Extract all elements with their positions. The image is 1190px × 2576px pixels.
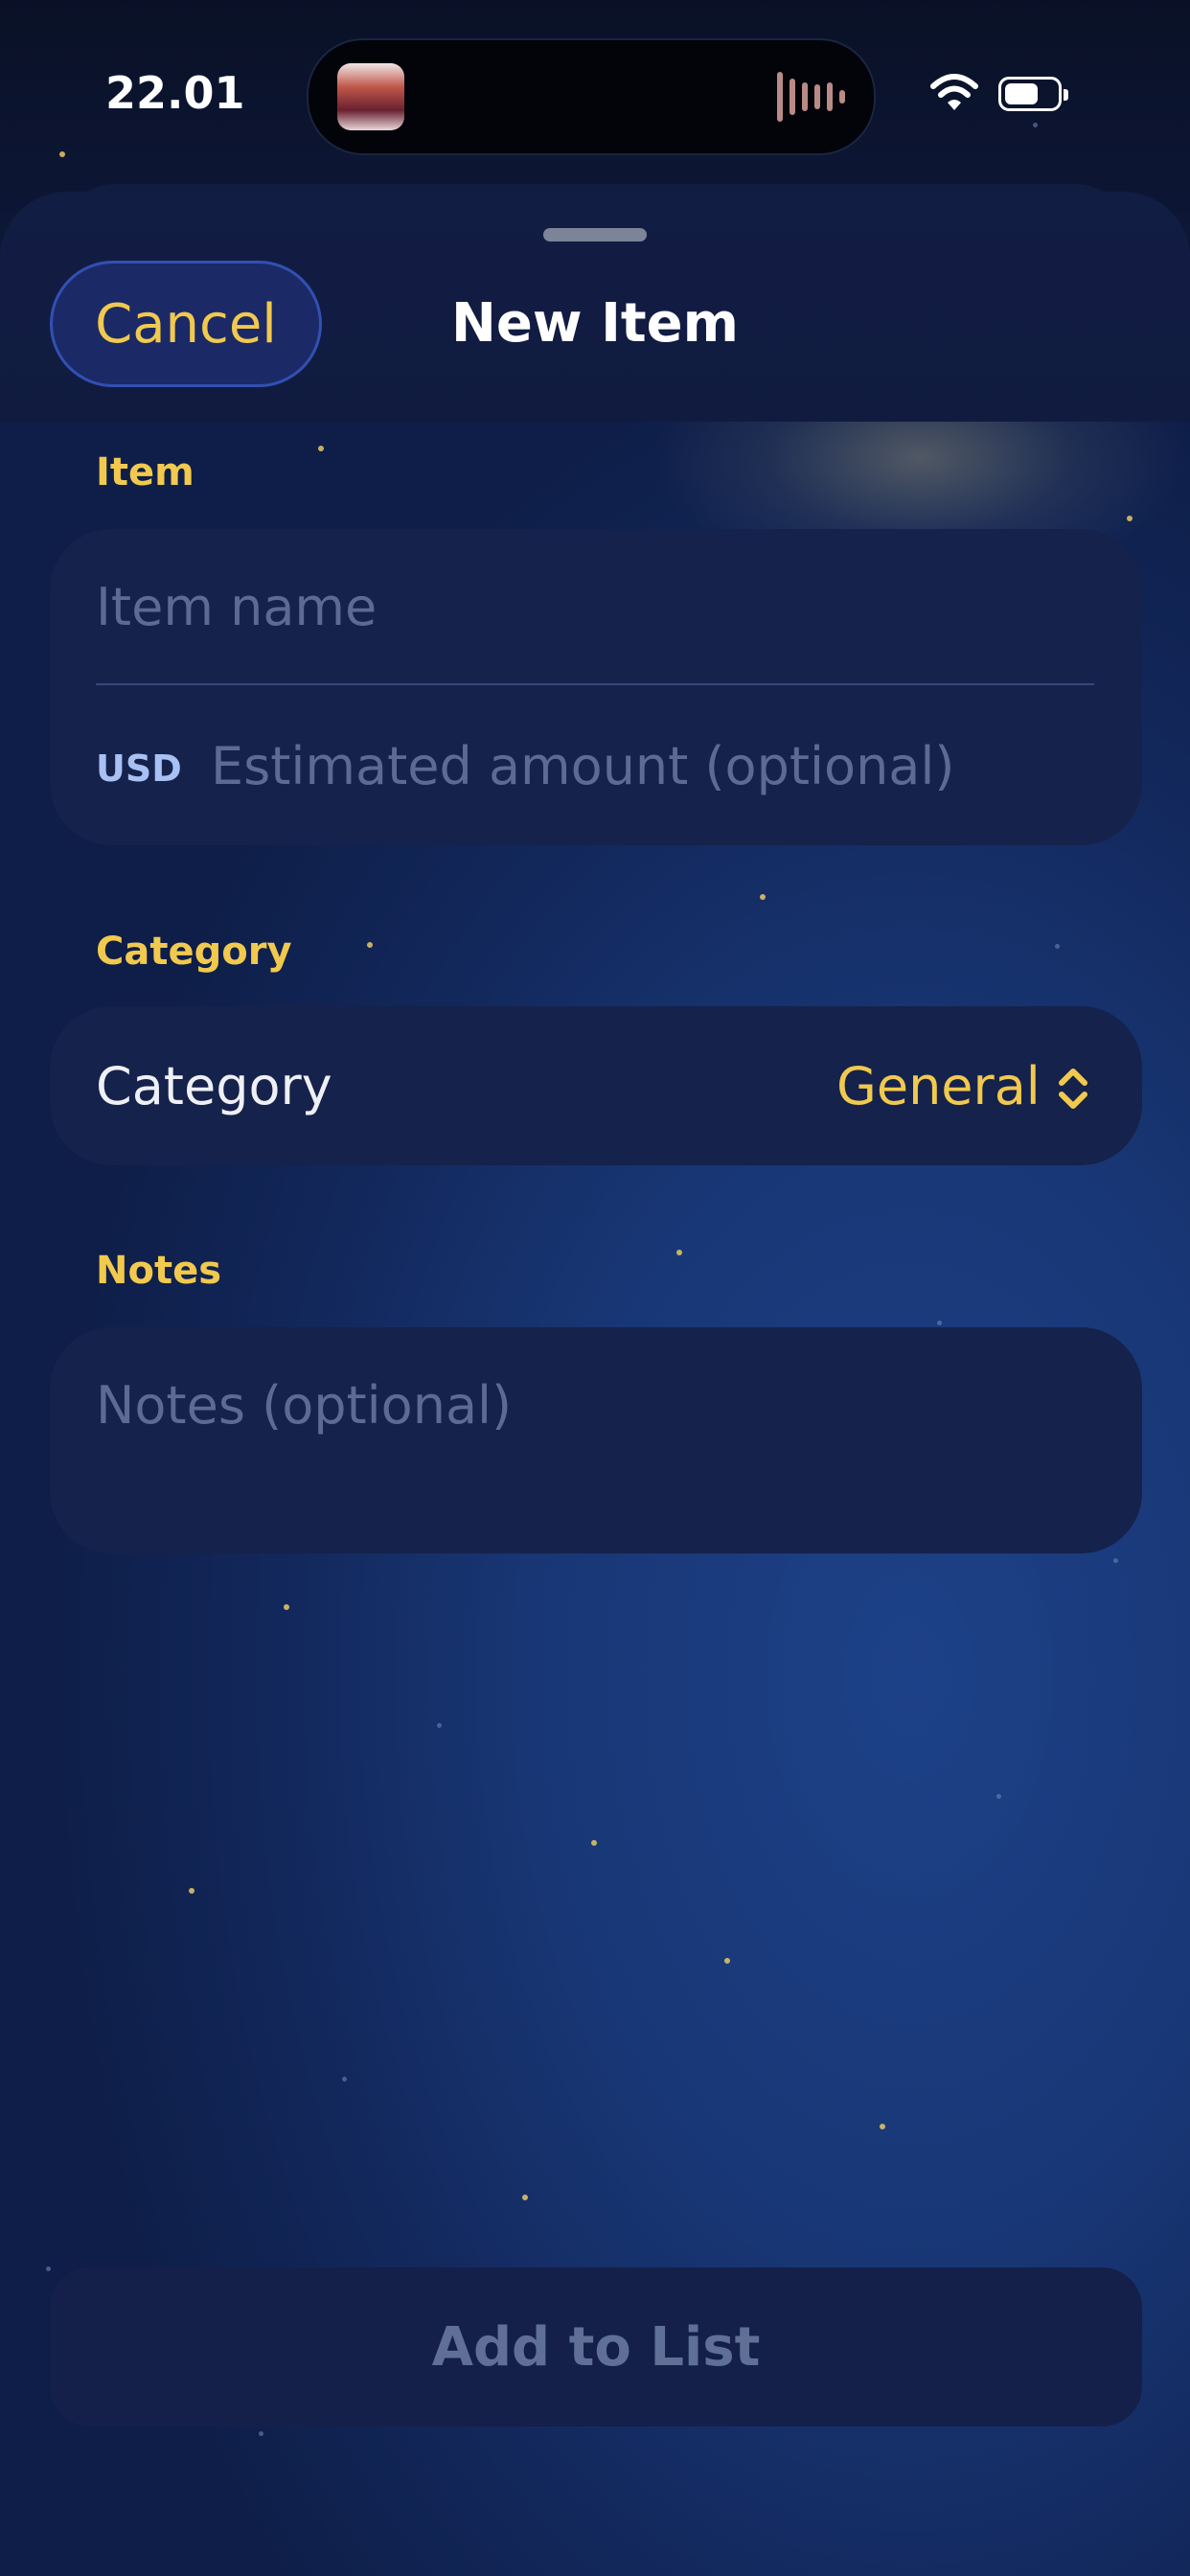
background-star — [937, 1321, 942, 1325]
wifi-icon — [930, 74, 978, 110]
background-star — [437, 1723, 442, 1728]
background-star — [367, 942, 373, 948]
page-title: New Item — [450, 292, 739, 355]
background-star — [760, 894, 766, 900]
background-star — [676, 1250, 682, 1255]
dynamic-island[interactable] — [307, 38, 876, 155]
estimated-amount-input[interactable]: Estimated amount (optional) — [211, 736, 954, 796]
background-star — [284, 1604, 289, 1610]
background-star — [318, 446, 324, 451]
add-to-list-button[interactable]: Add to List — [50, 2267, 1142, 2426]
notes-input[interactable]: Notes (optional) — [96, 1375, 512, 1436]
grabber-handle[interactable] — [543, 228, 647, 242]
background-star — [880, 2124, 885, 2129]
background-star — [1113, 1558, 1118, 1563]
notes-card — [50, 1327, 1142, 1553]
background-star — [996, 1794, 1001, 1799]
chevron-up-down-icon — [1059, 1069, 1087, 1109]
section-label-notes: Notes — [96, 1249, 222, 1293]
currency-label: USD — [96, 748, 182, 790]
background-star — [1055, 944, 1060, 949]
now-playing-artwork — [337, 63, 404, 130]
background-star — [724, 1958, 730, 1964]
section-label-category: Category — [96, 930, 292, 974]
divider — [96, 683, 1094, 685]
background-star — [59, 151, 65, 157]
category-row-label: Category — [96, 1056, 332, 1116]
section-label-item: Item — [96, 450, 195, 494]
background-star — [342, 2077, 347, 2082]
background-star — [1127, 516, 1133, 521]
background-star — [46, 2266, 51, 2271]
audio-waveform-icon — [777, 69, 845, 125]
background-star — [522, 2195, 528, 2200]
item-name-input[interactable]: Item name — [96, 577, 377, 637]
background-star — [591, 1840, 597, 1846]
category-selected-value[interactable]: General — [836, 1056, 1041, 1116]
background-star — [1033, 123, 1038, 127]
background-star — [259, 2431, 263, 2436]
background-star — [189, 1888, 195, 1894]
battery-icon — [998, 77, 1068, 111]
status-time: 22.01 — [105, 67, 245, 119]
